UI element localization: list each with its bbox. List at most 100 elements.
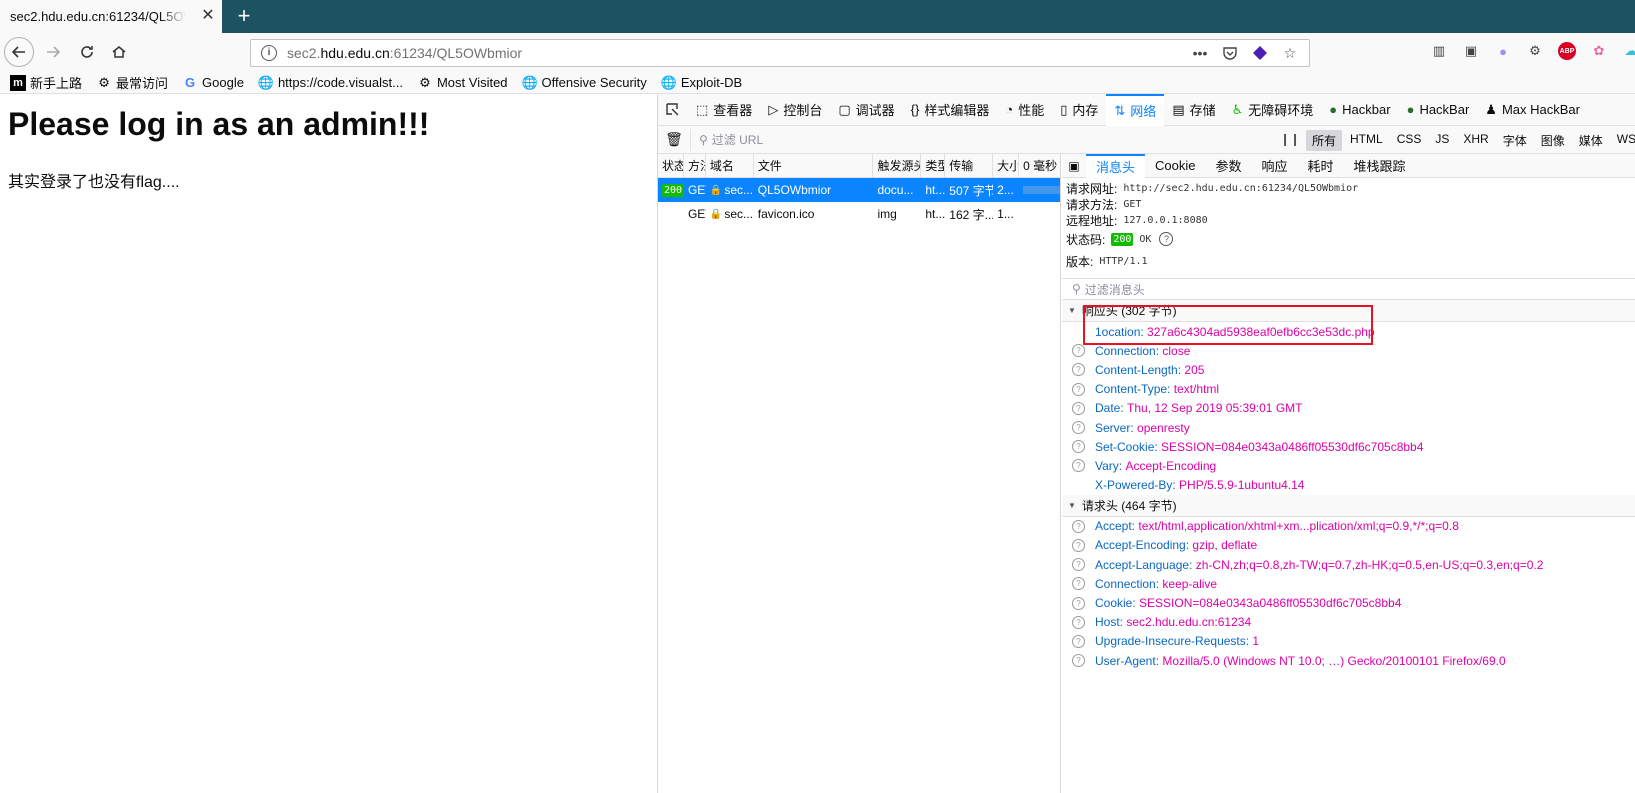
header-row[interactable]: ? Content-Type: text/html bbox=[1062, 380, 1635, 399]
help-icon[interactable]: ? bbox=[1072, 558, 1085, 572]
type-filter-all[interactable]: 所有 bbox=[1306, 130, 1343, 151]
type-filter-fonts[interactable]: 字体 bbox=[1497, 130, 1533, 151]
tab-inspector[interactable]: ⬚ 查看器 bbox=[688, 94, 760, 126]
header-row[interactable]: ?X-Powered-By: PHP/5.5.9-1ubuntu4.14 bbox=[1062, 476, 1635, 495]
url-bar[interactable]: i sec2.hdu.edu.cn:61234/QL5OWbmior ••• ☆ bbox=[250, 39, 1310, 67]
help-icon[interactable]: ? bbox=[1072, 538, 1085, 552]
help-icon[interactable]: ? bbox=[1072, 519, 1085, 533]
tab-hackbar[interactable]: ● Hackbar bbox=[1321, 94, 1398, 126]
bookmark-item[interactable]: 🌐 https://code.visualst... bbox=[258, 75, 403, 91]
col-method[interactable]: 方法 bbox=[684, 154, 706, 177]
help-icon[interactable]: ? bbox=[1072, 596, 1085, 610]
tab-style-editor[interactable]: {} 样式编辑器 bbox=[903, 94, 998, 126]
page-actions-icon[interactable]: ••• bbox=[1191, 44, 1209, 62]
table-row[interactable]: GET 🔒sec... favicon.ico img ht... 162 字.… bbox=[658, 202, 1060, 226]
bookmark-item[interactable]: ⚙ 最常访问 bbox=[96, 73, 168, 92]
forward-button[interactable] bbox=[38, 37, 68, 67]
header-row[interactable]: ? Server: openresty bbox=[1062, 418, 1635, 437]
bookmark-star-icon[interactable]: ☆ bbox=[1281, 44, 1299, 62]
help-icon[interactable]: ? bbox=[1159, 232, 1174, 246]
help-icon[interactable]: ? bbox=[1072, 421, 1085, 435]
tab-response[interactable]: 响应 bbox=[1252, 154, 1298, 178]
tab-accessibility[interactable]: ♿ 无障碍环境 bbox=[1224, 94, 1322, 126]
close-icon[interactable]: ✕ bbox=[200, 8, 216, 24]
help-icon[interactable]: ? bbox=[1072, 577, 1085, 591]
reload-button[interactable] bbox=[72, 37, 102, 67]
tab-hackbar-2[interactable]: ● HackBar bbox=[1399, 94, 1478, 126]
help-icon[interactable]: ? bbox=[1072, 440, 1085, 454]
help-icon[interactable]: ? bbox=[1072, 615, 1085, 629]
tab-network[interactable]: ⇅ 网络 bbox=[1106, 93, 1165, 126]
help-icon[interactable]: ? bbox=[1072, 363, 1085, 377]
header-row[interactable]: ? Vary: Accept-Encoding bbox=[1062, 456, 1635, 475]
trash-icon[interactable]: 🗑 bbox=[658, 131, 690, 148]
col-cause[interactable]: 触发源头 bbox=[873, 154, 922, 177]
type-filter-media[interactable]: 媒体 bbox=[1573, 130, 1609, 151]
bookmark-item[interactable]: ⚙ Most Visited bbox=[417, 75, 507, 91]
tab-debugger[interactable]: ▢ 调试器 bbox=[830, 94, 902, 126]
header-row[interactable]: ?1ocation: 327a6c4304ad5938eaf0efb6cc3e5… bbox=[1062, 322, 1635, 341]
pause-icon[interactable]: ❙❙ bbox=[1280, 132, 1300, 146]
request-headers-title[interactable]: ▼ 请求头 (464 字节) bbox=[1062, 494, 1635, 517]
tab-max-hackbar[interactable]: ♟ Max HackBar bbox=[1477, 94, 1588, 126]
element-picker-button[interactable] bbox=[658, 94, 688, 126]
new-tab-button[interactable]: + bbox=[232, 4, 256, 28]
tab-stack-trace[interactable]: 堆栈跟踪 bbox=[1344, 154, 1416, 178]
header-row[interactable]: ? Accept: text/html,application/xhtml+xm.… bbox=[1062, 517, 1635, 536]
header-row[interactable]: ? Host: sec2.hdu.edu.cn:61234 bbox=[1062, 613, 1635, 632]
response-headers-title[interactable]: ▼ 响应头 (302 字节) bbox=[1062, 300, 1635, 322]
library-icon[interactable]: ▥ bbox=[1430, 42, 1448, 60]
help-icon[interactable]: ? bbox=[1072, 401, 1085, 415]
tab-memory[interactable]: ▯ 内存 bbox=[1052, 94, 1106, 126]
url-filter-input[interactable]: ⚲ 过滤 URL bbox=[690, 128, 1250, 151]
tab-timings[interactable]: 耗时 bbox=[1298, 154, 1344, 178]
type-filter-js[interactable]: JS bbox=[1429, 130, 1455, 151]
tab-performance[interactable]: ◔ 性能 bbox=[997, 94, 1052, 126]
back-button[interactable] bbox=[4, 37, 34, 67]
home-button[interactable] bbox=[104, 37, 134, 67]
col-file[interactable]: 文件 bbox=[754, 154, 874, 177]
col-domain[interactable]: 域名 bbox=[706, 154, 754, 177]
col-transferred[interactable]: 传输 bbox=[945, 154, 994, 177]
extension-icon[interactable] bbox=[1251, 44, 1269, 62]
header-row[interactable]: ? Connection: keep-alive bbox=[1062, 574, 1635, 593]
panel-toggle-icon[interactable]: ▣ bbox=[1062, 159, 1086, 173]
type-filter-ws[interactable]: WS bbox=[1611, 130, 1635, 151]
col-size[interactable]: 大小 bbox=[993, 154, 1020, 177]
bookmark-item[interactable]: G Google bbox=[182, 75, 244, 91]
type-filter-css[interactable]: CSS bbox=[1391, 130, 1428, 151]
header-row[interactable]: ? Upgrade-Insecure-Requests: 1 bbox=[1062, 632, 1635, 651]
headers-filter-input[interactable]: ⚲ 过滤消息头 bbox=[1062, 278, 1635, 300]
header-row[interactable]: ? Accept-Encoding: gzip, deflate bbox=[1062, 536, 1635, 555]
header-row[interactable]: ? Content-Length: 205 bbox=[1062, 360, 1635, 379]
tab-params[interactable]: 参数 bbox=[1205, 154, 1251, 178]
extension-gear-icon[interactable]: ⚙ bbox=[1526, 42, 1544, 60]
sidebar-icon[interactable]: ▣ bbox=[1462, 42, 1480, 60]
extension-circle-icon[interactable]: ● bbox=[1494, 42, 1512, 60]
extension-pink-icon[interactable]: ✿ bbox=[1590, 42, 1608, 60]
help-icon[interactable]: ? bbox=[1072, 459, 1085, 473]
header-row[interactable]: ? Connection: close bbox=[1062, 341, 1635, 360]
header-row[interactable]: ? User-Agent: Mozilla/5.0 (Windows NT 10.… bbox=[1062, 651, 1635, 670]
col-type[interactable]: 类型 bbox=[921, 154, 946, 177]
type-filter-xhr[interactable]: XHR bbox=[1457, 130, 1494, 151]
type-filter-images[interactable]: 图像 bbox=[1535, 130, 1571, 151]
help-icon[interactable]: ? bbox=[1072, 382, 1085, 396]
help-icon[interactable]: ? bbox=[1072, 344, 1085, 358]
tab-cookies[interactable]: Cookie bbox=[1145, 154, 1205, 178]
info-icon[interactable]: i bbox=[261, 45, 277, 61]
help-icon[interactable]: ? bbox=[1072, 654, 1085, 668]
extension-cloud-icon[interactable]: ☁ bbox=[1622, 42, 1635, 60]
bookmark-item[interactable]: 🌐 Exploit-DB bbox=[661, 75, 743, 91]
tab-headers[interactable]: 消息头 bbox=[1086, 153, 1146, 178]
header-row[interactable]: ? Cookie: SESSION=084e0343a0486ff05530df6… bbox=[1062, 593, 1635, 612]
header-row[interactable]: ? Accept-Language: zh-CN,zh;q=0.8,zh-TW;q… bbox=[1062, 555, 1635, 574]
bookmark-item[interactable]: m 新手上路 bbox=[10, 73, 82, 92]
tab-active[interactable]: sec2.hdu.edu.cn:61234/QL5OWbmior ✕ bbox=[0, 0, 222, 33]
header-row[interactable]: ? Set-Cookie: SESSION=084e0343a0486ff0553… bbox=[1062, 437, 1635, 456]
table-row[interactable]: 200 GET 🔒sec... QL5OWbmior docu... ht...… bbox=[658, 178, 1060, 202]
col-waterfall[interactable]: 0 毫秒 bbox=[1019, 154, 1060, 177]
pocket-icon[interactable] bbox=[1221, 44, 1239, 62]
tab-console[interactable]: ▷ 控制台 bbox=[760, 94, 830, 126]
adblock-icon[interactable]: ABP bbox=[1558, 42, 1576, 60]
